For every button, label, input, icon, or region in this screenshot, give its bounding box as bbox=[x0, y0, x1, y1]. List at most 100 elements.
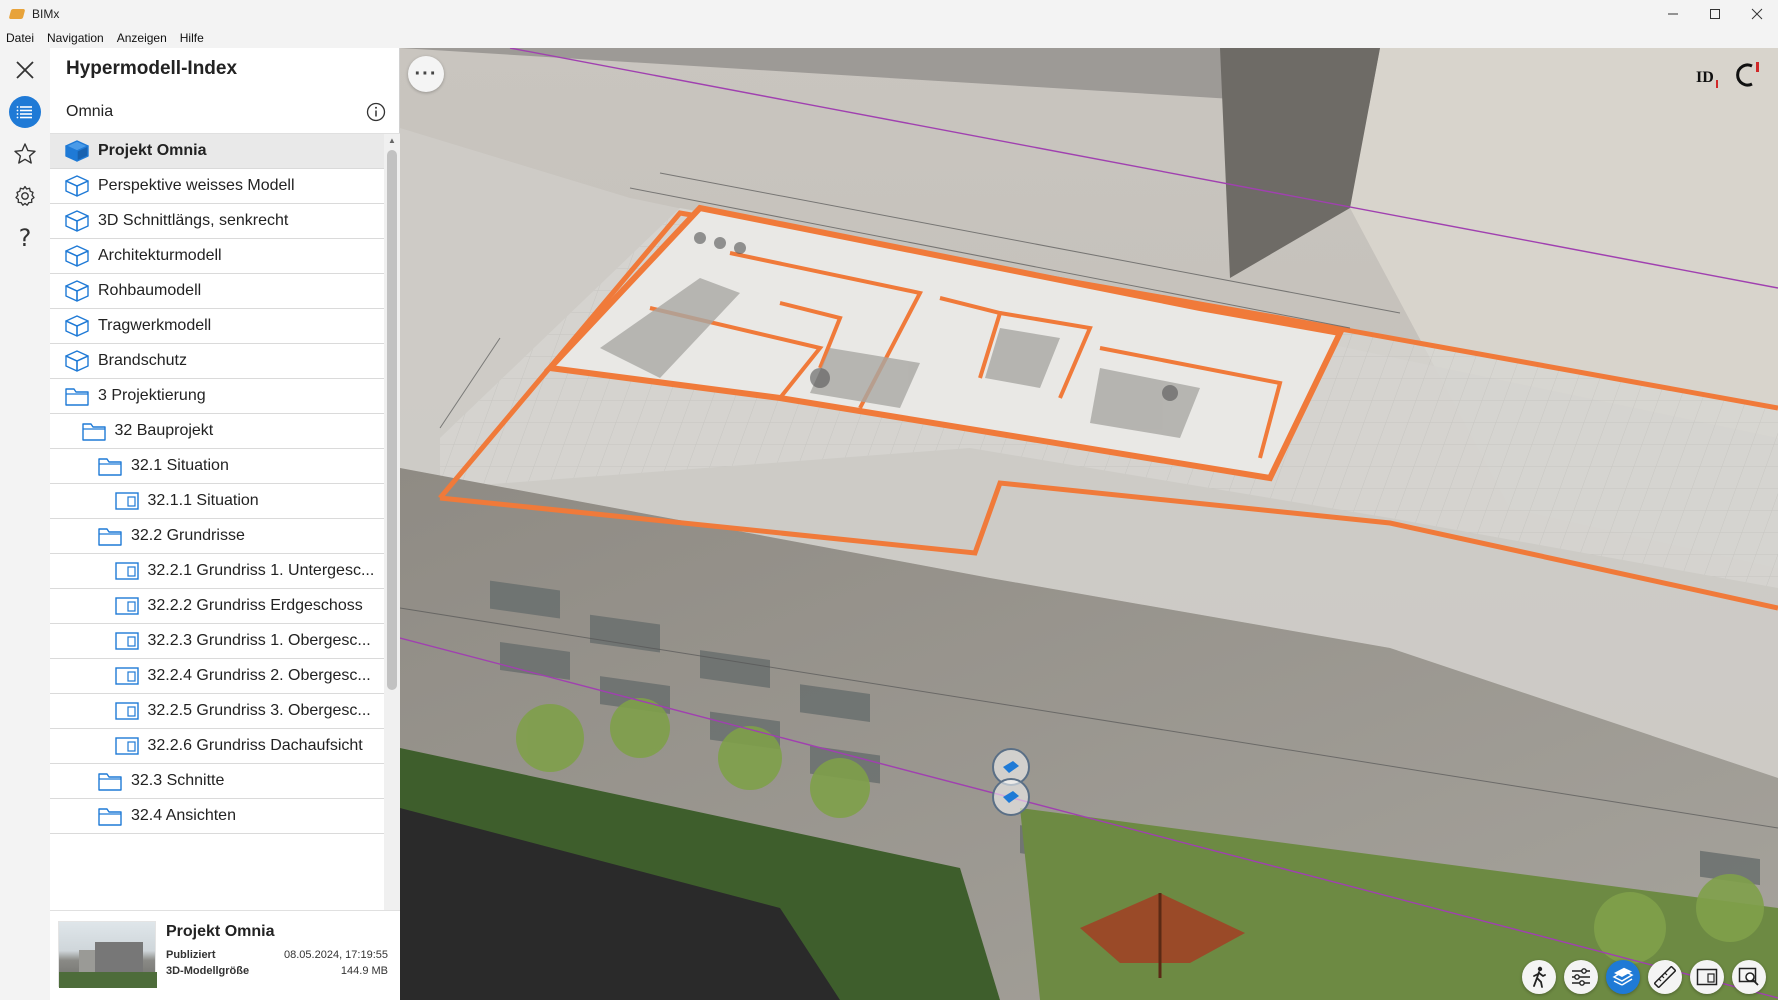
minimize-button[interactable] bbox=[1652, 0, 1694, 28]
menu-bar: Datei Navigation Anzeigen Hilfe bbox=[0, 28, 1778, 48]
layout-sheet-icon bbox=[114, 492, 139, 510]
list-icon bbox=[9, 96, 41, 128]
cube-icon bbox=[65, 350, 89, 372]
zoom-window-icon bbox=[1738, 967, 1759, 986]
search-bar bbox=[50, 90, 400, 134]
layout-sheet-icon bbox=[114, 702, 139, 720]
3d-model-render bbox=[400, 48, 1778, 1000]
menu-navigation[interactable]: Navigation bbox=[47, 31, 104, 45]
section-plane-handle-bottom[interactable] bbox=[992, 778, 1030, 816]
tree-item[interactable]: 32.2.5 Grundriss 3. Obergesc... bbox=[50, 694, 384, 729]
tree-item[interactable]: Perspektive weisses Modell bbox=[50, 169, 384, 204]
plane-icon bbox=[1003, 761, 1019, 773]
close-window-button[interactable] bbox=[1736, 0, 1778, 28]
app-logo-icon bbox=[8, 9, 26, 19]
info-icon[interactable] bbox=[366, 102, 386, 122]
tree-item[interactable]: 32.2.3 Grundriss 1. Obergesc... bbox=[50, 624, 384, 659]
layout-sheet-icon bbox=[114, 737, 139, 755]
walk-mode-button[interactable] bbox=[1522, 960, 1556, 994]
settings-button[interactable] bbox=[9, 180, 41, 212]
index-button[interactable] bbox=[9, 96, 41, 128]
menu-hilfe[interactable]: Hilfe bbox=[180, 31, 204, 45]
tree-item[interactable]: 32.3 Schnitte bbox=[50, 764, 384, 799]
tree-item[interactable]: 32.2 Grundrisse bbox=[50, 519, 384, 554]
tree-item-label: Projekt Omnia bbox=[98, 142, 207, 159]
tree-item[interactable]: Rohbaumodell bbox=[50, 274, 384, 309]
tree-item-label: 32.3 Schnitte bbox=[131, 772, 225, 789]
tree-item[interactable]: 3D Schnittlängs, senkrecht bbox=[50, 204, 384, 239]
tree-item-label: 32.2.5 Grundriss 3. Obergesc... bbox=[147, 702, 371, 719]
minimize-icon bbox=[1668, 13, 1678, 15]
walk-icon bbox=[1533, 966, 1546, 988]
close-panel-button[interactable] bbox=[9, 54, 41, 86]
tree-item-label: 32.2.3 Grundriss 1. Obergesc... bbox=[147, 632, 371, 649]
layout-book-button[interactable] bbox=[1690, 960, 1724, 994]
more-options-button[interactable]: ··· bbox=[408, 56, 444, 92]
ruler-icon bbox=[1654, 966, 1676, 988]
tree-item[interactable]: 32.2.1 Grundriss 1. Untergesc... bbox=[50, 554, 384, 589]
search-input[interactable] bbox=[50, 91, 340, 132]
published-label: Publiziert bbox=[166, 949, 216, 961]
title-bar: BIMx bbox=[0, 0, 1778, 28]
project-thumbnail bbox=[58, 921, 157, 988]
cube-icon bbox=[65, 245, 89, 267]
tree-item[interactable]: 32.2.6 Grundriss Dachaufsicht bbox=[50, 729, 384, 764]
maximize-button[interactable] bbox=[1694, 0, 1736, 28]
measure-button[interactable] bbox=[1648, 960, 1682, 994]
favorites-button[interactable] bbox=[9, 138, 41, 170]
folder-icon bbox=[98, 458, 122, 476]
tree-item[interactable]: Brandschutz bbox=[50, 344, 384, 379]
help-icon: ? bbox=[18, 224, 32, 252]
tree-item[interactable]: 3 Projektierung bbox=[50, 379, 384, 414]
cube-icon bbox=[65, 175, 89, 197]
layout-sheet-icon bbox=[1696, 968, 1718, 986]
section-plane-button[interactable] bbox=[1606, 960, 1640, 994]
menu-datei[interactable]: Datei bbox=[6, 31, 34, 45]
scroll-up-arrow-icon[interactable]: ▲ bbox=[388, 136, 396, 145]
help-button[interactable]: ? bbox=[9, 222, 41, 254]
tree-item-label: 32.2.2 Grundriss Erdgeschoss bbox=[147, 597, 363, 614]
panel-title: Hypermodell-Index bbox=[66, 58, 238, 79]
tree-item-label: 3 Projektierung bbox=[98, 387, 206, 404]
hypermodel-index-panel: Hypermodell-Index Projekt Omnia Perspekti… bbox=[50, 48, 400, 1000]
tree-item-label: 32.4 Ansichten bbox=[131, 807, 236, 824]
tree-item-label: 32.2 Grundrisse bbox=[131, 527, 245, 544]
display-settings-button[interactable] bbox=[1564, 960, 1598, 994]
tree-item-label: 32.1 Situation bbox=[131, 457, 229, 474]
tree-item[interactable]: 32.1 Situation bbox=[50, 449, 384, 484]
close-window-icon bbox=[1751, 8, 1763, 20]
project-info-card[interactable]: Projekt Omnia Publiziert 08.05.2024, 17:… bbox=[50, 910, 400, 1000]
tree-item[interactable]: 32.2.4 Grundriss 2. Obergesc... bbox=[50, 659, 384, 694]
layout-sheet-icon bbox=[114, 667, 139, 685]
window-title: BIMx bbox=[32, 7, 60, 21]
cube-icon bbox=[65, 210, 89, 232]
tree-item-label: Architekturmodell bbox=[98, 247, 222, 264]
maximize-icon bbox=[1710, 9, 1720, 19]
tree-item[interactable]: 32.4 Ansichten bbox=[50, 799, 384, 834]
tree-item[interactable]: Projekt Omnia bbox=[50, 134, 384, 169]
tree-item[interactable]: 32.2.2 Grundriss Erdgeschoss bbox=[50, 589, 384, 624]
tree-item-label: 32.1.1 Situation bbox=[147, 492, 259, 509]
scrollbar-thumb[interactable] bbox=[387, 150, 397, 690]
layout-sheet-icon bbox=[114, 597, 139, 615]
tree-scrollbar[interactable]: ▲ ▼ bbox=[384, 134, 400, 954]
cube-icon bbox=[65, 140, 89, 162]
viewport-toolbar bbox=[1522, 960, 1766, 994]
tree-item[interactable]: Tragwerkmodell bbox=[50, 309, 384, 344]
window-controls bbox=[1652, 0, 1778, 28]
tree-item[interactable]: 32 Bauprojekt bbox=[50, 414, 384, 449]
layout-sheet-icon bbox=[114, 562, 139, 580]
tree-item[interactable]: 32.1.1 Situation bbox=[50, 484, 384, 519]
tree-item-label: Brandschutz bbox=[98, 352, 187, 369]
logo-text: ID bbox=[1696, 69, 1714, 86]
sliders-icon bbox=[1572, 968, 1590, 986]
3d-viewport[interactable]: ··· ID bbox=[400, 48, 1778, 1000]
folder-icon bbox=[98, 808, 122, 826]
brand-logo: ID bbox=[1694, 58, 1766, 92]
menu-anzeigen[interactable]: Anzeigen bbox=[117, 31, 167, 45]
folder-icon bbox=[98, 773, 122, 791]
layers-icon bbox=[1612, 967, 1634, 986]
tree-item[interactable]: Architekturmodell bbox=[50, 239, 384, 274]
tree-item-label: 32.2.6 Grundriss Dachaufsicht bbox=[147, 737, 363, 754]
zoom-window-button[interactable] bbox=[1732, 960, 1766, 994]
